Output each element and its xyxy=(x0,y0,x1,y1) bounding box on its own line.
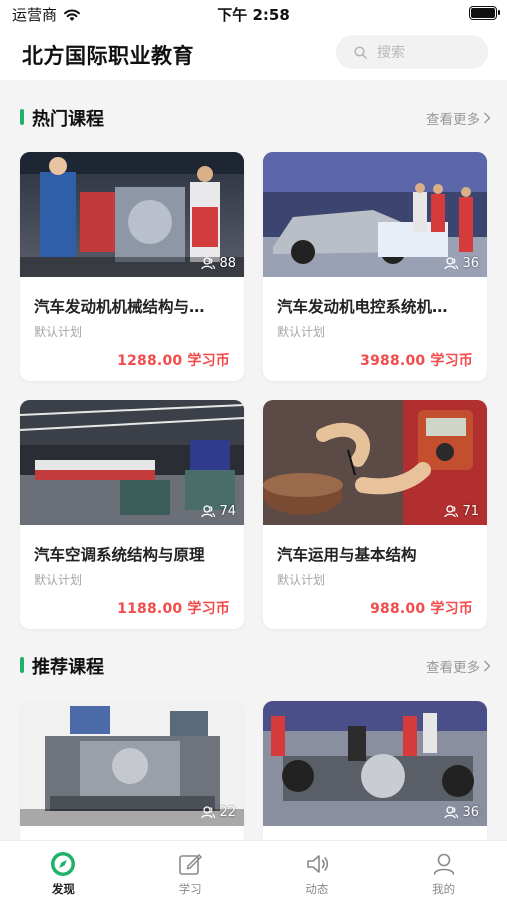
learner-count: 36 xyxy=(444,805,479,820)
course-card[interactable]: 36 xyxy=(263,701,487,840)
course-price: 3988.00 学习币 xyxy=(360,353,473,369)
status-time: 下午 2:58 xyxy=(217,6,290,24)
people-icon xyxy=(444,806,459,819)
learner-count: 22 xyxy=(201,805,236,820)
search-input[interactable]: 搜索 xyxy=(336,35,488,69)
course-thumbnail-training-hall: 74 xyxy=(20,400,244,525)
chevron-right-icon xyxy=(484,112,491,124)
course-title: 汽车发动机机械结构与… xyxy=(34,298,205,316)
course-card[interactable]: 74 汽车空调系统结构与原理 默认计划 1188.00 学习币 xyxy=(20,400,244,629)
course-card[interactable]: 36 汽车发动机电控系统机… 默认计划 3988.00 学习币 xyxy=(263,152,487,381)
edit-icon xyxy=(179,853,203,875)
course-title: 汽车空调系统结构与原理 xyxy=(34,546,205,564)
tab-discover[interactable]: 发现 xyxy=(0,841,127,900)
compass-icon xyxy=(51,852,76,876)
tab-label: 我的 xyxy=(432,882,456,896)
recommended-more-link[interactable]: 查看更多 xyxy=(426,656,491,676)
bottom-tab-bar: 发现 学习 动态 我的 xyxy=(0,840,507,900)
hot-section-header: 热门课程 查看更多 xyxy=(0,102,507,132)
course-thumbnail-engine-workshop: 88 xyxy=(20,152,244,277)
main-content[interactable]: 热门课程 查看更多 88 汽车发动机机械结构与… 默认计划 1288.00 学习… xyxy=(0,80,507,840)
course-title: 汽车运用与基本结构 xyxy=(277,546,417,564)
tab-label: 发现 xyxy=(51,882,75,896)
course-thumbnail-multimeter: 71 xyxy=(263,400,487,525)
section-accent-bar xyxy=(20,109,24,125)
recommended-section-header: 推荐课程 查看更多 xyxy=(0,650,507,680)
speaker-icon xyxy=(307,855,328,873)
course-card[interactable]: 22 xyxy=(20,701,244,840)
course-title: 汽车发动机电控系统机… xyxy=(277,298,448,316)
search-icon xyxy=(354,45,367,59)
course-plan: 默认计划 xyxy=(277,573,326,587)
course-card[interactable]: 88 汽车发动机机械结构与… 默认计划 1288.00 学习币 xyxy=(20,152,244,381)
tab-mine[interactable]: 我的 xyxy=(380,841,507,900)
course-price: 1188.00 学习币 xyxy=(117,601,230,617)
recommended-more-label: 查看更多 xyxy=(426,660,480,676)
hot-more-label: 查看更多 xyxy=(426,112,480,128)
search-placeholder: 搜索 xyxy=(377,45,405,61)
section-accent-bar xyxy=(20,657,24,673)
course-thumbnail-chassis-demo: 36 xyxy=(263,701,487,826)
people-icon xyxy=(201,257,216,270)
tab-study[interactable]: 学习 xyxy=(127,841,254,900)
tab-label: 动态 xyxy=(305,882,329,896)
recommended-section-title: 推荐课程 xyxy=(32,657,104,678)
learner-count: 71 xyxy=(444,504,479,519)
course-card[interactable]: 71 汽车运用与基本结构 默认计划 988.00 学习币 xyxy=(263,400,487,629)
course-thumbnail-engine-rig: 22 xyxy=(20,701,244,826)
course-thumbnail-car-showroom: 36 xyxy=(263,152,487,277)
hot-section-title: 热门课程 xyxy=(32,109,104,130)
battery-icon xyxy=(469,6,500,20)
course-price: 988.00 学习币 xyxy=(370,601,473,617)
status-bar: 运营商 下午 2:58 xyxy=(0,0,507,28)
learner-count: 88 xyxy=(201,256,236,271)
course-plan: 默认计划 xyxy=(277,325,326,339)
course-plan: 默认计划 xyxy=(34,573,83,587)
people-icon xyxy=(444,505,459,518)
learner-count: 74 xyxy=(201,504,236,519)
people-icon xyxy=(444,257,459,270)
people-icon xyxy=(201,806,216,819)
tab-feed[interactable]: 动态 xyxy=(254,841,381,900)
app-title: 北方国际职业教育 xyxy=(22,44,194,68)
people-icon xyxy=(201,505,216,518)
course-price: 1288.00 学习币 xyxy=(117,353,230,369)
tab-label: 学习 xyxy=(178,882,202,896)
user-icon xyxy=(433,853,454,875)
course-plan: 默认计划 xyxy=(34,325,83,339)
learner-count: 36 xyxy=(444,256,479,271)
hot-more-link[interactable]: 查看更多 xyxy=(426,108,491,128)
header: 北方国际职业教育 搜索 xyxy=(0,28,507,80)
chevron-right-icon xyxy=(484,660,491,672)
